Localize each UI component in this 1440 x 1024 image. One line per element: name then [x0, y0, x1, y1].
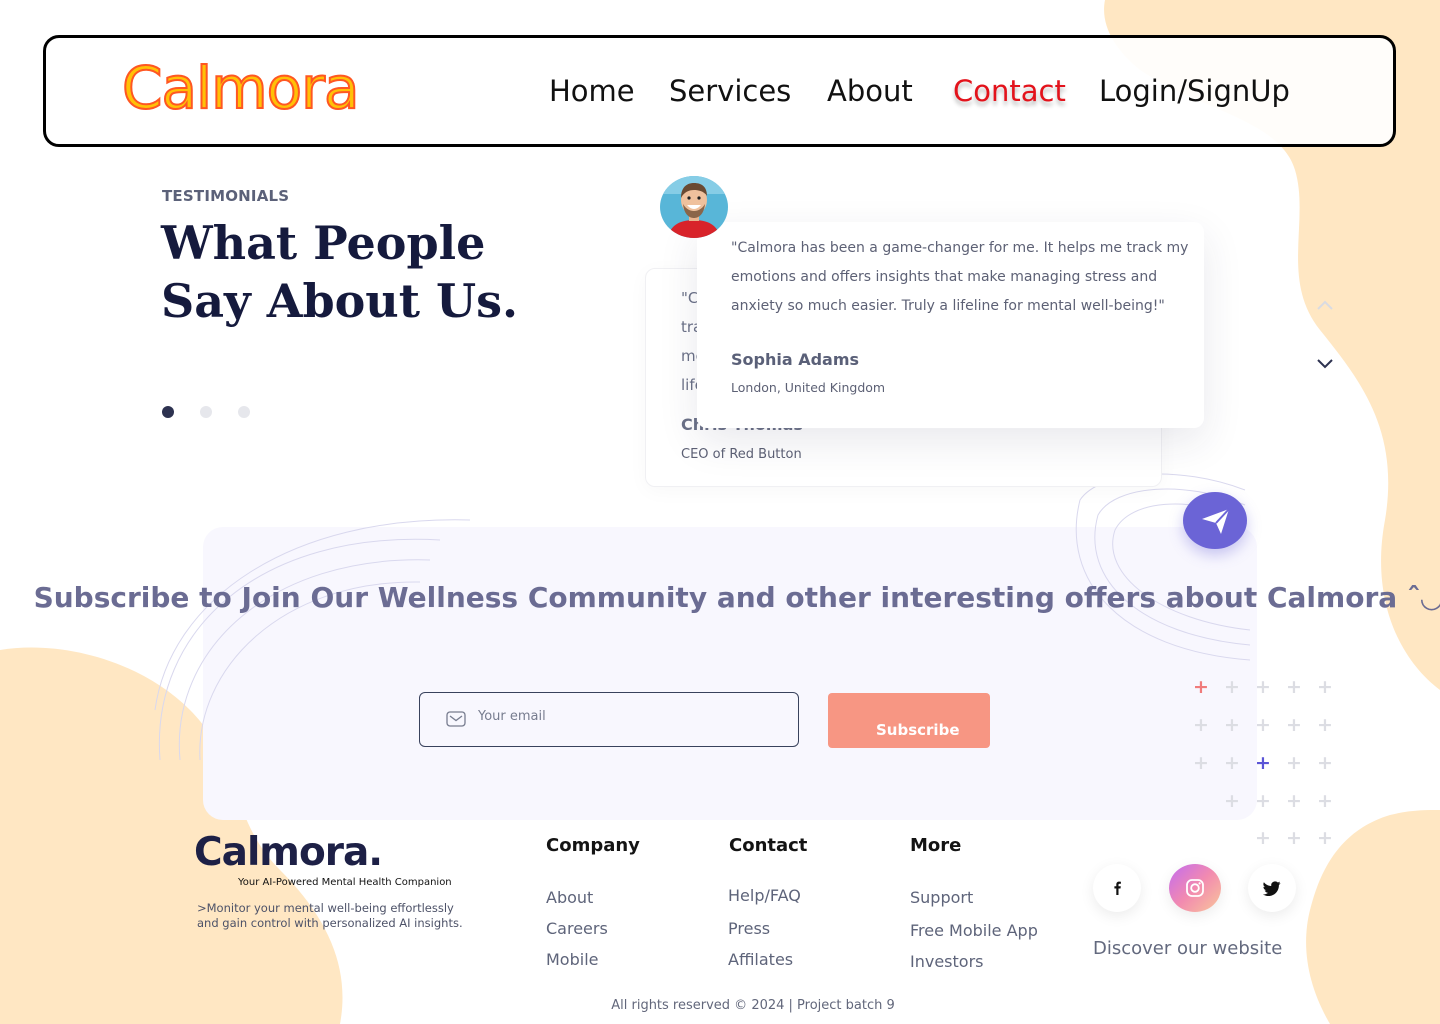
copyright: All rights reserved © 2024 | Project bat… [611, 998, 895, 1013]
chevron-down-icon[interactable] [1315, 356, 1335, 370]
carousel-dot-3[interactable] [238, 406, 250, 418]
footer-link-support[interactable]: Support [910, 888, 973, 907]
back-quote-fragment: "C [681, 289, 699, 307]
nav-link-about[interactable]: About [827, 74, 913, 108]
back-testimonial-role: CEO of Red Button [681, 447, 802, 462]
footer-link-free-mobile-app[interactable]: Free Mobile App [910, 921, 1038, 940]
footer-description: >Monitor your mental well-being effortle… [197, 901, 463, 930]
footer-link-mobile[interactable]: Mobile [546, 950, 598, 969]
footer-link-careers[interactable]: Careers [546, 919, 608, 938]
footer-link-about[interactable]: About [546, 888, 593, 907]
testimonial-card-front: "Calmora has been a game-changer for me.… [697, 222, 1204, 428]
facebook-icon [1114, 881, 1121, 895]
testimonial-location: London, United Kingdom [731, 380, 886, 395]
discover-website-text: Discover our website [1093, 938, 1283, 959]
footer-heading-company: Company [546, 835, 640, 856]
footer-link-investors[interactable]: Investors [910, 952, 983, 971]
subscribe-title: Subscribe to Join Our Wellness Community… [33, 581, 1440, 614]
carousel-dots [162, 406, 250, 418]
twitter-icon [1263, 880, 1281, 896]
email-input[interactable] [478, 709, 778, 724]
nav-link-login-signup[interactable]: Login/SignUp [1099, 74, 1290, 108]
twitter-button[interactable] [1248, 864, 1296, 912]
testimonial-name: Sophia Adams [731, 350, 860, 369]
footer-tagline: Your AI-Powered Mental Health Companion [238, 877, 452, 888]
testimonials-eyebrow: TESTIMONIALS [162, 187, 290, 205]
footer-link-help-faq[interactable]: Help/FAQ [728, 886, 801, 905]
footer-logo[interactable]: Calmora. [194, 830, 383, 875]
nav-link-services[interactable]: Services [669, 74, 791, 108]
footer-heading-more: More [910, 835, 962, 856]
testimonial-quote: "Calmora has been a game-changer for me.… [731, 240, 1189, 314]
mail-icon [446, 711, 466, 727]
subscribe-button[interactable]: Subscribe [828, 693, 990, 748]
instagram-button[interactable] [1169, 864, 1221, 912]
top-navigation-bar: Calmora Home Services About Contact Logi… [43, 35, 1396, 147]
nav-link-contact[interactable]: Contact [953, 74, 1066, 108]
carousel-dot-2[interactable] [200, 406, 212, 418]
send-badge [1183, 492, 1247, 549]
chevron-up-icon[interactable] [1315, 298, 1335, 312]
brand-logo[interactable]: Calmora [121, 53, 361, 123]
email-field-wrapper [419, 692, 799, 747]
footer-link-press[interactable]: Press [728, 919, 770, 938]
send-icon [1202, 508, 1230, 534]
instagram-icon [1186, 879, 1204, 897]
nav-link-home[interactable]: Home [549, 74, 635, 108]
testimonial-avatar [660, 176, 728, 238]
footer-link-affiliates[interactable]: Affilates [728, 950, 793, 969]
carousel-dot-1[interactable] [162, 406, 174, 418]
facebook-button[interactable] [1093, 864, 1141, 912]
footer-heading-contact: Contact [729, 835, 808, 856]
testimonials-title: What People Say About Us. [161, 216, 519, 328]
